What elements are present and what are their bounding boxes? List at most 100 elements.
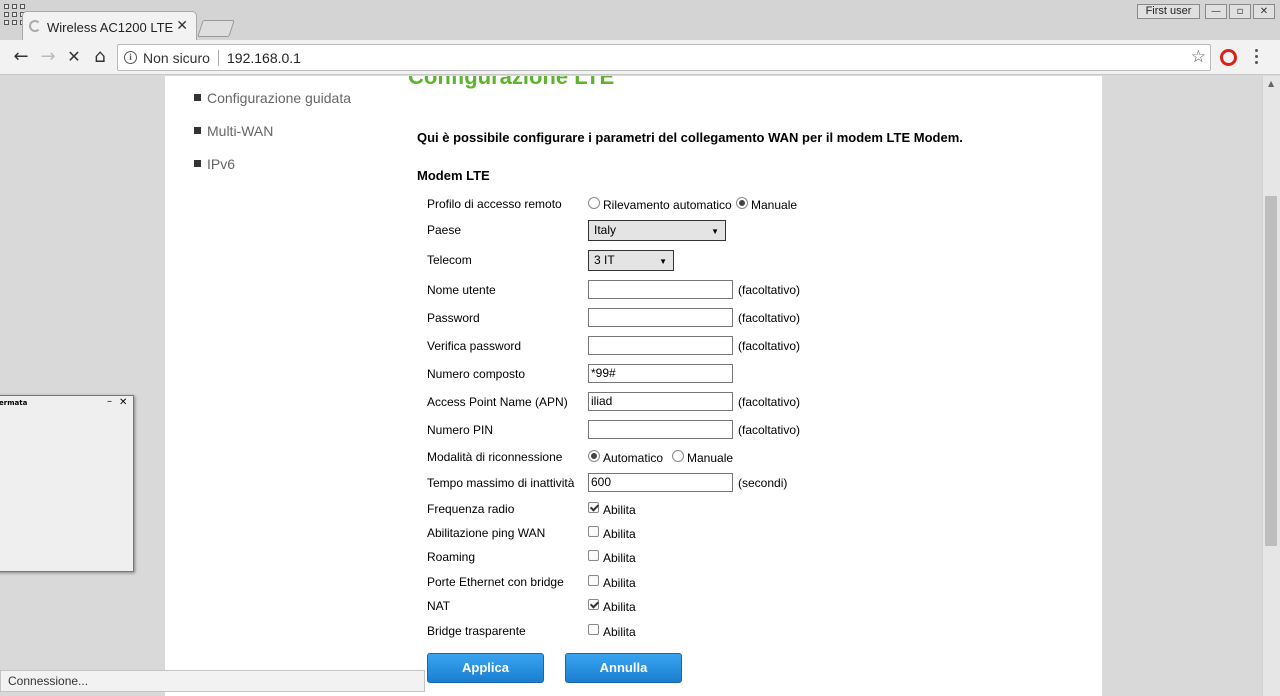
sidebar-item-multi-wan[interactable]: Multi-WAN [194, 123, 273, 139]
country-select-value: Italy [594, 223, 617, 237]
country-row: Paese Italy ▼ [427, 220, 1087, 242]
back-arrow-icon[interactable]: ← [10, 47, 32, 69]
country-label: Paese [427, 223, 462, 237]
transparent-bridge-label: Bridge trasparente [427, 624, 526, 638]
radio-frequency-label: Frequenza radio [427, 502, 515, 516]
minimize-icon[interactable]: – [107, 396, 112, 407]
profile-auto-label: Rilevamento automatico [603, 198, 732, 212]
sidebar-item-label: Multi-WAN [207, 123, 274, 139]
sidebar-item-label: Configurazione guidata [207, 90, 351, 106]
eth-bridge-checkbox[interactable] [588, 575, 599, 586]
intro-text: Qui è possibile configurare i parametri … [417, 130, 963, 145]
sidebar-item-ipv6[interactable]: IPv6 [194, 156, 235, 172]
browser-tab[interactable]: Wireless AC1200 LTE Ro ✕ [22, 11, 197, 41]
roaming-checkbox[interactable] [588, 550, 599, 561]
transparent-bridge-checkbox[interactable] [588, 624, 599, 635]
eth-bridge-label: Porte Ethernet con bridge [427, 575, 564, 589]
dial-number-row: Numero composto *99# [427, 364, 1087, 386]
tab-title: Wireless AC1200 LTE Ro [47, 20, 177, 35]
dropdown-arrow-icon: ▼ [659, 257, 667, 266]
username-input[interactable] [588, 280, 733, 299]
info-icon[interactable]: i [124, 51, 137, 64]
password-input[interactable] [588, 308, 733, 327]
profile-manual-label: Manuale [751, 198, 798, 212]
enable-label: Abilita [603, 551, 636, 565]
close-icon[interactable]: ✕ [119, 397, 127, 408]
not-secure-label[interactable]: Non sicuro [143, 50, 210, 66]
telecom-select[interactable]: 3 IT ▼ [588, 250, 674, 271]
verify-password-input[interactable] [588, 336, 733, 355]
vertical-scrollbar[interactable]: ▲ [1262, 76, 1280, 696]
tab-close-icon[interactable]: ✕ [176, 18, 188, 34]
password-label: Password [427, 311, 480, 325]
reconnect-auto-radio[interactable] [588, 450, 600, 462]
address-bar[interactable]: i Non sicuro 192.168.0.1 ☆ [117, 44, 1211, 71]
radio-frequency-checkbox[interactable] [588, 502, 599, 513]
optional-note: (facoltativo) [738, 395, 801, 409]
reconnect-label: Modalità di riconnessione [427, 450, 563, 464]
floating-window[interactable]: ermata – ✕ [0, 395, 134, 572]
telecom-label: Telecom [427, 253, 472, 267]
scrollbar-thumb[interactable] [1265, 196, 1277, 546]
url-text[interactable]: 192.168.0.1 [227, 50, 301, 66]
enable-label: Abilita [603, 503, 636, 517]
status-bar: Connessione... [0, 670, 425, 692]
main-content: Configurazione LTE Qui è possibile confi… [382, 76, 1102, 696]
reconnect-auto-label: Automatico [603, 451, 664, 465]
enable-label: Abilita [603, 600, 636, 614]
country-select[interactable]: Italy ▼ [588, 220, 726, 241]
stop-loading-icon[interactable]: ✕ [63, 47, 85, 69]
reconnect-row: Modalità di riconnessione Automatico Man… [427, 447, 1087, 469]
password-row: Password (facoltativo) [427, 308, 1087, 330]
page-viewport: Configurazione guidata Multi-WAN IPv6 Co… [0, 76, 1262, 696]
nat-row: NAT Abilita [427, 596, 1087, 618]
ping-wan-row: Abilitazione ping WAN Abilita [427, 523, 1087, 545]
apn-input[interactable]: iliad [588, 392, 733, 411]
pin-input[interactable] [588, 420, 733, 439]
forward-arrow-icon[interactable]: → [37, 47, 59, 69]
profile-auto-radio[interactable] [588, 197, 600, 209]
bookmark-star-icon[interactable]: ☆ [1191, 47, 1206, 67]
telecom-row: Telecom 3 IT ▼ [427, 250, 1087, 272]
opera-extension-icon[interactable] [1220, 49, 1237, 66]
cancel-button[interactable]: Annulla [565, 653, 682, 683]
pin-label: Numero PIN [427, 423, 494, 437]
apply-button[interactable]: Applica [427, 653, 544, 683]
nat-checkbox[interactable] [588, 599, 599, 610]
profile-button[interactable]: First user [1137, 4, 1200, 19]
roaming-label: Roaming [427, 550, 476, 564]
scroll-up-icon[interactable]: ▲ [1268, 79, 1274, 88]
title-bar: Wireless AC1200 LTE Ro ✕ First user — ▫ … [0, 0, 1280, 41]
optional-note: (facoltativo) [738, 339, 801, 353]
square-bullet-icon [194, 127, 201, 134]
profile-manual-radio[interactable] [736, 197, 748, 209]
pin-row: Numero PIN (facoltativo) [427, 420, 1087, 442]
home-icon[interactable]: ⌂ [89, 47, 111, 69]
reconnect-manual-label: Manuale [687, 451, 734, 465]
sidebar-item-wizard[interactable]: Configurazione guidata [194, 90, 351, 106]
seconds-note: (secondi) [738, 476, 788, 490]
apn-row: Access Point Name (APN) iliad (facoltati… [427, 392, 1087, 414]
profile-row: Profilo di accesso remoto Rilevamento au… [427, 194, 1087, 216]
username-label: Nome utente [427, 283, 496, 297]
menu-kebab-icon[interactable] [1255, 49, 1259, 67]
profile-label: Profilo di accesso remoto [427, 197, 562, 211]
close-window-icon[interactable]: ✕ [1253, 4, 1275, 19]
maximize-window-icon[interactable]: ▫ [1229, 4, 1251, 19]
new-tab-button[interactable] [197, 20, 235, 37]
eth-bridge-row: Porte Ethernet con bridge Abilita [427, 572, 1087, 594]
ping-wan-label: Abilitazione ping WAN [427, 526, 546, 540]
square-bullet-icon [194, 94, 201, 101]
section-heading: Modem LTE [417, 168, 490, 183]
floating-window-title: ermata [0, 399, 28, 407]
idle-time-input[interactable]: 600 [588, 473, 733, 492]
ping-wan-checkbox[interactable] [588, 526, 599, 537]
enable-label: Abilita [603, 625, 636, 639]
verify-password-row: Verifica password (facoltativo) [427, 336, 1087, 358]
roaming-row: Roaming Abilita [427, 547, 1087, 569]
reconnect-manual-radio[interactable] [672, 450, 684, 462]
radio-frequency-row: Frequenza radio Abilita [427, 499, 1087, 521]
dial-number-input[interactable]: *99# [588, 364, 733, 383]
minimize-window-icon[interactable]: — [1205, 4, 1227, 19]
optional-note: (facoltativo) [738, 283, 801, 297]
